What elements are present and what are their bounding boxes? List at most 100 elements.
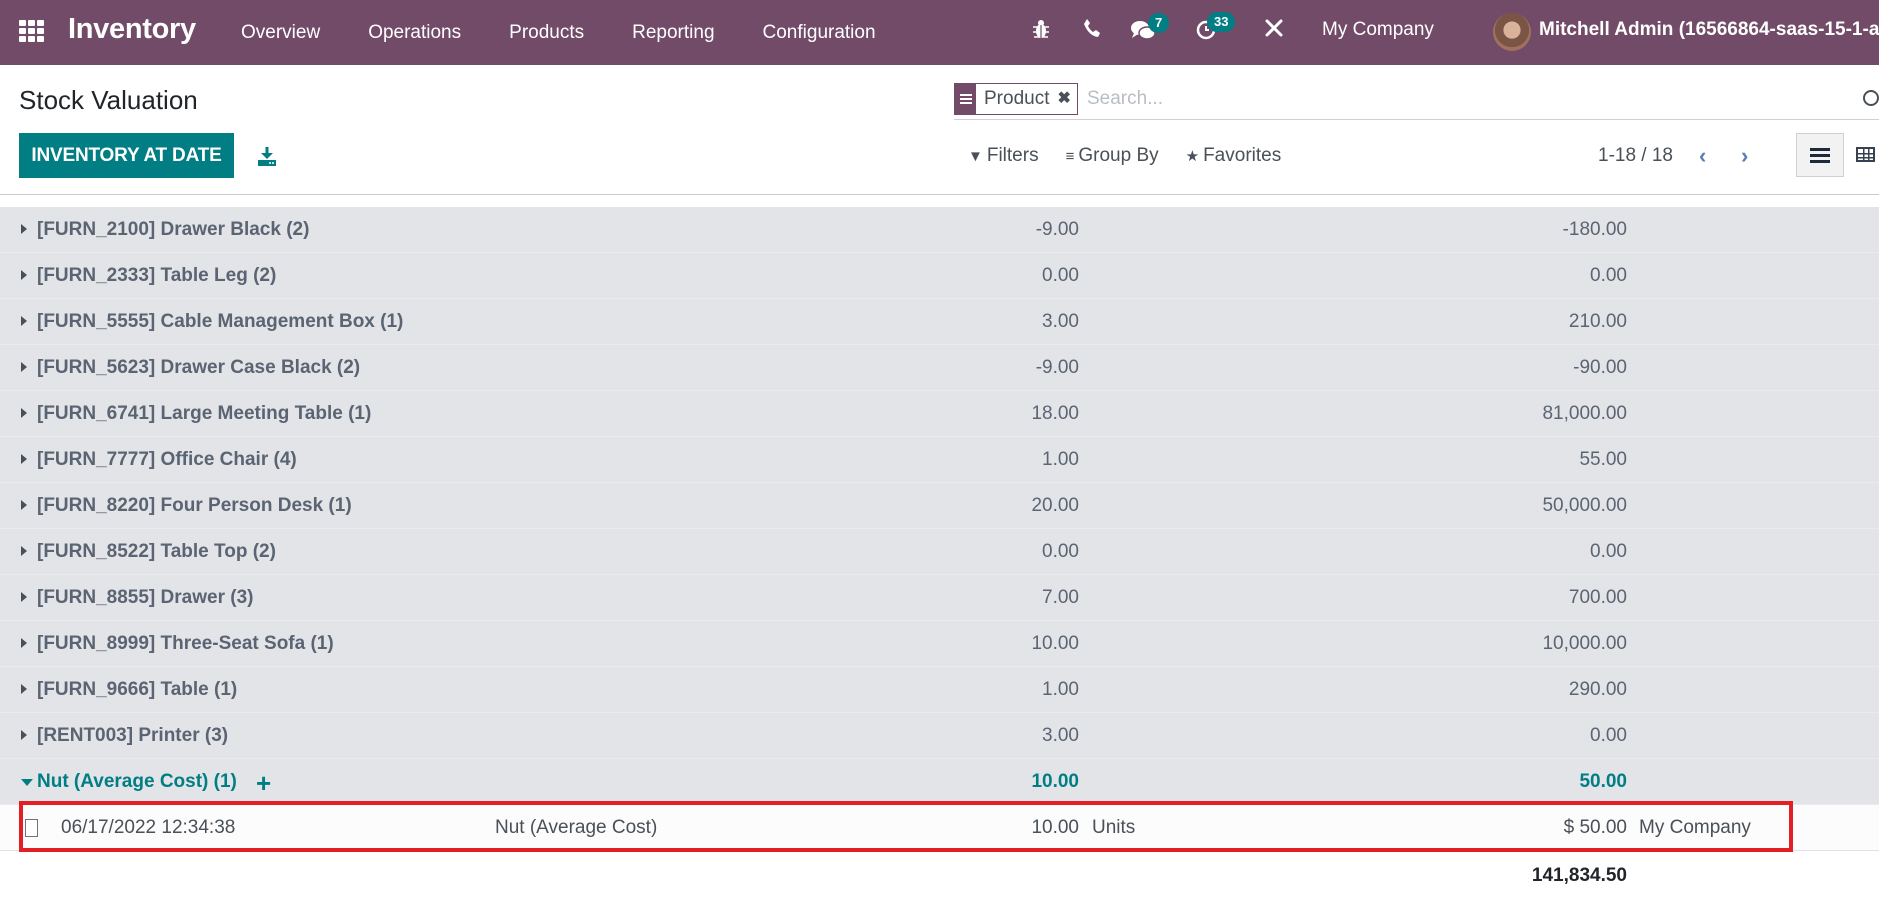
user-menu[interactable]: Mitchell Admin (16566864-saas-15-1-al: [1539, 19, 1879, 41]
caret-right-icon: [21, 684, 27, 694]
group-value: 210.00: [1568, 311, 1627, 332]
group-by-button[interactable]: ≡ Group By: [1066, 145, 1159, 167]
record-company: My Company: [1639, 817, 1751, 838]
phone-icon[interactable]: [1083, 18, 1101, 43]
caret-right-icon: [21, 730, 27, 740]
download-icon[interactable]: [256, 145, 278, 167]
record-value: $ 50.00: [1563, 817, 1627, 838]
list-icon: [1810, 153, 1830, 157]
control-panel: Stock Valuation INVENTORY AT DATE Produc…: [0, 65, 1879, 195]
group-name: [FURN_9666] Table (1): [37, 679, 238, 700]
group-value: -90.00: [1573, 357, 1627, 378]
group-value: 290.00: [1568, 679, 1627, 700]
group-quantity: 18.00: [1031, 403, 1079, 424]
record-date: 06/17/2022 12:34:38: [61, 817, 236, 838]
group-row[interactable]: [FURN_8999] Three-Seat Sofa (1) 10.00 10,0…: [0, 621, 1879, 667]
group-value: 50,000.00: [1542, 495, 1627, 516]
top-navbar: Inventory Overview Operations Products R…: [0, 0, 1879, 65]
group-row[interactable]: [FURN_8522] Table Top (2) 0.00 0.00: [0, 529, 1879, 575]
facet-label: Product: [984, 88, 1050, 109]
table-row[interactable]: 06/17/2022 12:34:38 Nut (Average Cost) 1…: [0, 805, 1879, 851]
row-checkbox[interactable]: [25, 819, 38, 837]
group-value: 0.00: [1590, 541, 1627, 562]
record-uom: Units: [1092, 817, 1136, 838]
group-name: [FURN_7777] Office Chair (4): [37, 449, 297, 470]
group-value: -180.00: [1562, 219, 1627, 240]
caret-right-icon: [21, 408, 27, 418]
inventory-at-date-button[interactable]: INVENTORY AT DATE: [19, 133, 234, 178]
group-quantity: -9.00: [1035, 357, 1079, 378]
filters-button[interactable]: ▼ Filters: [968, 145, 1039, 167]
search-facet-product[interactable]: Product ✖: [954, 83, 1078, 115]
group-quantity: 0.00: [1042, 541, 1079, 562]
caret-right-icon: [21, 362, 27, 372]
favorites-button[interactable]: ★ Favorites: [1186, 145, 1282, 167]
group-by-facet-icon: [955, 84, 976, 114]
group-quantity: -9.00: [1035, 219, 1079, 240]
group-quantity: 7.00: [1042, 587, 1079, 608]
group-name: [RENT003] Printer (3): [37, 725, 229, 746]
group-row[interactable]: [FURN_9666] Table (1) 1.00 290.00: [0, 667, 1879, 713]
group-row[interactable]: [RENT003] Printer (3) 3.00 0.00: [0, 713, 1879, 759]
group-row[interactable]: [FURN_6741] Large Meeting Table (1) 18.00…: [0, 391, 1879, 437]
company-switcher[interactable]: My Company: [1322, 19, 1434, 41]
group-by-icon: ≡: [1065, 147, 1075, 165]
add-record-icon[interactable]: +: [256, 768, 271, 799]
group-by-label: Group By: [1078, 145, 1159, 166]
record-product: Nut (Average Cost): [495, 817, 658, 838]
group-name: Nut (Average Cost) (1): [37, 771, 237, 792]
group-quantity: 20.00: [1031, 495, 1079, 516]
group-quantity: 1.00: [1042, 679, 1079, 700]
group-value: 700.00: [1568, 587, 1627, 608]
tools-icon[interactable]: [1264, 18, 1284, 43]
group-row[interactable]: [FURN_2100] Drawer Black (2) -9.00 -180.00: [0, 207, 1879, 253]
bug-icon[interactable]: [1032, 18, 1050, 45]
caret-right-icon: [21, 546, 27, 556]
search-icon[interactable]: [1863, 90, 1879, 106]
group-value: 0.00: [1590, 725, 1627, 746]
total-value: 141,834.50: [1531, 865, 1627, 886]
group-value: 81,000.00: [1542, 403, 1627, 424]
caret-right-icon: [21, 500, 27, 510]
facet-remove-icon[interactable]: ✖: [1057, 84, 1076, 114]
systray: 7 33 My Company Mitchell Admin (16566864…: [0, 0, 1879, 65]
group-name: [FURN_5623] Drawer Case Black (2): [37, 357, 361, 378]
caret-right-icon: [21, 454, 27, 464]
stock-valuation-list: [FURN_2100] Drawer Black (2) -9.00 -180.00…: [0, 195, 1879, 897]
caret-right-icon: [21, 316, 27, 326]
search-options: ▼ Filters ≡ Group By ★ Favorites: [968, 145, 1308, 167]
filters-label: Filters: [986, 145, 1039, 166]
messages-badge: 7: [1148, 13, 1170, 33]
group-name: [FURN_8999] Three-Seat Sofa (1): [37, 633, 334, 654]
group-row-open[interactable]: Nut (Average Cost) (1) + 10.00 50.00: [0, 759, 1879, 805]
group-value: 10,000.00: [1542, 633, 1627, 654]
group-quantity: 0.00: [1042, 265, 1079, 286]
favorites-label: Favorites: [1203, 145, 1282, 166]
group-row[interactable]: [FURN_2333] Table Leg (2) 0.00 0.00: [0, 253, 1879, 299]
group-quantity: 10.00: [1031, 771, 1079, 792]
caret-right-icon: [21, 638, 27, 648]
activities-badge: 33: [1207, 12, 1236, 32]
group-name: [FURN_2333] Table Leg (2): [37, 265, 277, 286]
group-row[interactable]: [FURN_7777] Office Chair (4) 1.00 55.00: [0, 437, 1879, 483]
group-row[interactable]: [FURN_8220] Four Person Desk (1) 20.00 50,…: [0, 483, 1879, 529]
pivot-view-button[interactable]: [1856, 147, 1875, 162]
user-avatar[interactable]: [1493, 13, 1531, 51]
pager-previous-icon[interactable]: ‹: [1699, 143, 1706, 169]
group-name: [FURN_5555] Cable Management Box (1): [37, 311, 404, 332]
caret-right-icon: [21, 592, 27, 602]
group-row[interactable]: [FURN_8855] Drawer (3) 7.00 700.00: [0, 575, 1879, 621]
group-row[interactable]: [FURN_5555] Cable Management Box (1) 3.00…: [0, 299, 1879, 345]
group-value: 0.00: [1590, 265, 1627, 286]
pager-next-icon[interactable]: ›: [1741, 143, 1748, 169]
group-value: 55.00: [1579, 449, 1627, 470]
pager-value[interactable]: 1-18 / 18: [1598, 145, 1673, 167]
search-input[interactable]: [1087, 84, 1787, 114]
caret-right-icon: [21, 270, 27, 280]
list-view-button[interactable]: [1796, 133, 1844, 177]
group-quantity: 3.00: [1042, 725, 1079, 746]
caret-right-icon: [21, 224, 27, 234]
group-value: 50.00: [1579, 771, 1627, 792]
group-quantity: 1.00: [1042, 449, 1079, 470]
group-row[interactable]: [FURN_5623] Drawer Case Black (2) -9.00 -9…: [0, 345, 1879, 391]
